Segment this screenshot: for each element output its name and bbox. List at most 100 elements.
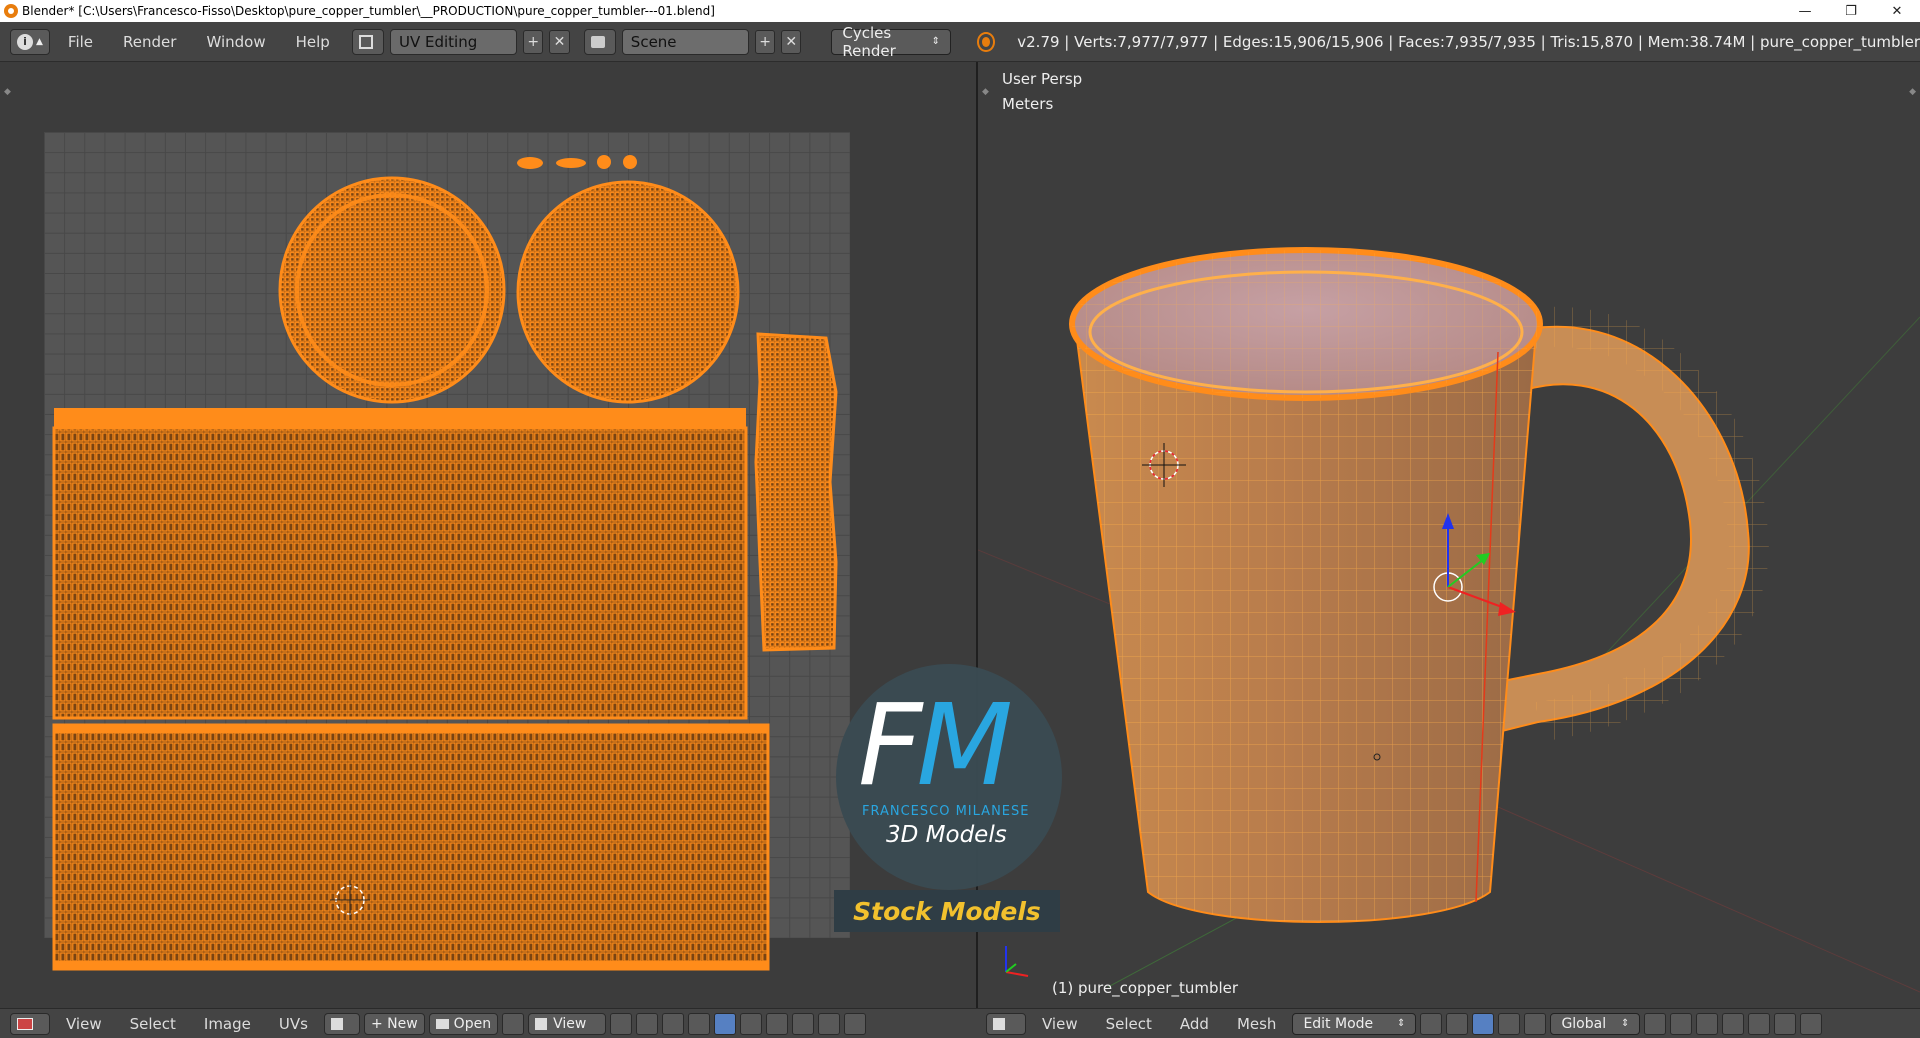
new-image-button[interactable]: + New bbox=[363, 1012, 425, 1035]
image-browse-icon bbox=[330, 1017, 343, 1030]
open-image-label: Open bbox=[453, 1015, 492, 1032]
uv-islands[interactable] bbox=[0, 62, 976, 1008]
remove-layout-button[interactable]: ✕ bbox=[549, 29, 570, 54]
select-face-mode-icon[interactable] bbox=[1722, 1012, 1745, 1035]
pivot-icon[interactable] bbox=[610, 1012, 633, 1035]
remove-scene-button[interactable]: ✕ bbox=[781, 29, 802, 54]
scene-icon-button[interactable] bbox=[583, 28, 616, 55]
uv-menu-uvs[interactable]: UVs bbox=[267, 1015, 320, 1033]
uv-editor-header: View Select Image UVs + New Open View bbox=[0, 1012, 976, 1035]
plus-icon: + bbox=[370, 1015, 388, 1032]
uv-menu-select[interactable]: Select bbox=[118, 1015, 188, 1033]
3d-menu-add[interactable]: Add bbox=[1168, 1015, 1221, 1033]
uv-island-small[interactable] bbox=[556, 158, 586, 168]
snap-icon[interactable] bbox=[818, 1012, 841, 1035]
manipulator-translate-icon[interactable] bbox=[1472, 1012, 1495, 1035]
interaction-mode-label: Edit Mode bbox=[1303, 1015, 1374, 1032]
pivot-point-icon[interactable] bbox=[1446, 1012, 1469, 1035]
uv-island-body-lower[interactable] bbox=[52, 723, 770, 971]
render-engine-label: Cycles Render bbox=[842, 23, 896, 60]
editor-footers: View Select Image UVs + New Open View Vi… bbox=[0, 1008, 1920, 1038]
uv-island-small[interactable] bbox=[597, 155, 611, 169]
blender-logo-icon bbox=[4, 4, 18, 18]
new-image-label: New bbox=[387, 1015, 418, 1032]
scene-icon bbox=[590, 35, 605, 48]
view-axis-gizmo bbox=[1005, 946, 1029, 977]
select-vertex-icon[interactable] bbox=[662, 1012, 685, 1035]
updown-arrows-icon: ⇕ bbox=[931, 36, 940, 47]
cube-icon bbox=[993, 1017, 1005, 1030]
view-mode-select[interactable]: View bbox=[528, 1012, 607, 1035]
layer-icon[interactable] bbox=[1644, 1012, 1667, 1035]
uv-island-disc-1[interactable] bbox=[278, 176, 506, 404]
snap-target-icon[interactable] bbox=[844, 1012, 867, 1035]
view-mode-label: View bbox=[553, 1015, 587, 1032]
render-preview-icon[interactable] bbox=[1800, 1012, 1823, 1035]
uv-island-small[interactable] bbox=[517, 157, 543, 169]
3d-viewport[interactable]: ◆ ◆ User Persp Meters (1) pure_copper_tu… bbox=[978, 62, 1920, 1008]
add-scene-button[interactable]: + bbox=[754, 29, 776, 54]
sticky-mode-icon[interactable] bbox=[766, 1012, 789, 1035]
cursor-select-icon[interactable] bbox=[636, 1012, 659, 1035]
scene-label: Scene bbox=[630, 32, 677, 51]
menu-window[interactable]: Window bbox=[194, 33, 277, 51]
uv-image-editor[interactable]: ◆ bbox=[0, 62, 976, 1008]
transform-orientation-label: Global bbox=[1561, 1015, 1607, 1032]
maximize-button[interactable]: ❐ bbox=[1828, 0, 1874, 22]
info-icon: i bbox=[17, 33, 33, 50]
uv-island-small[interactable] bbox=[623, 155, 637, 169]
manipulator-rotate-icon[interactable] bbox=[1498, 1012, 1521, 1035]
3d-menu-select[interactable]: Select bbox=[1094, 1015, 1164, 1033]
blender-logo-icon bbox=[976, 31, 996, 52]
uv-island-disc-2[interactable] bbox=[516, 180, 740, 404]
select-island-icon[interactable] bbox=[740, 1012, 763, 1035]
close-window-button[interactable]: ✕ bbox=[1874, 0, 1920, 22]
proportional-edit-icon[interactable] bbox=[792, 1012, 815, 1035]
active-object-label: (1) pure_copper_tumbler bbox=[1052, 979, 1239, 997]
uv-island-handle[interactable] bbox=[754, 332, 838, 652]
menu-render[interactable]: Render bbox=[111, 33, 188, 51]
browse-image-button[interactable] bbox=[323, 1012, 360, 1035]
info-header: i ▲ File Render Window Help UV Editing +… bbox=[0, 22, 1920, 62]
menu-file[interactable]: File bbox=[56, 33, 105, 51]
folder-icon bbox=[435, 1018, 449, 1029]
screen-layout-field[interactable]: UV Editing bbox=[390, 28, 518, 55]
uv-menu-image[interactable]: Image bbox=[192, 1015, 263, 1033]
menu-help[interactable]: Help bbox=[284, 33, 342, 51]
updown-arrows-icon: ⇕ bbox=[1397, 1018, 1406, 1029]
select-edge-mode-icon[interactable] bbox=[1696, 1012, 1719, 1035]
screen-layout-icon-button[interactable] bbox=[351, 28, 384, 55]
open-image-button[interactable]: Open bbox=[428, 1012, 499, 1035]
uv-menu-view[interactable]: View bbox=[54, 1015, 114, 1033]
pin-icon[interactable] bbox=[502, 1012, 525, 1035]
select-vertex-mode-icon[interactable] bbox=[1670, 1012, 1693, 1035]
minimize-button[interactable]: — bbox=[1782, 0, 1828, 22]
snap-magnet-icon[interactable] bbox=[1774, 1012, 1797, 1035]
interaction-mode-select[interactable]: Edit Mode ⇕ bbox=[1292, 1012, 1417, 1035]
uv-editor-type-button[interactable] bbox=[10, 1012, 50, 1035]
scene-statistics: v2.79 | Verts:7,977/7,977 | Edges:15,906… bbox=[1017, 32, 1920, 51]
screen-layout-label: UV Editing bbox=[399, 32, 478, 51]
manipulator-scale-icon[interactable] bbox=[1524, 1012, 1547, 1035]
3d-editor-type-button[interactable] bbox=[986, 1012, 1026, 1035]
proportional-editing-icon[interactable] bbox=[1748, 1012, 1771, 1035]
view-icon bbox=[535, 1017, 548, 1030]
3d-menu-view[interactable]: View bbox=[1030, 1015, 1090, 1033]
transform-orientation-select[interactable]: Global ⇕ bbox=[1550, 1012, 1641, 1035]
window-title: Blender* [C:\Users\Francesco-Fisso\Deskt… bbox=[22, 4, 715, 18]
updown-arrows-icon: ▲ bbox=[36, 36, 43, 47]
viewport-shading-icon[interactable] bbox=[1420, 1012, 1443, 1035]
3d-view-header: View Select Add Mesh Edit Mode ⇕ Global … bbox=[976, 1012, 1920, 1035]
watermark-monogram: FM bbox=[858, 681, 1013, 811]
editor-type-info-button[interactable]: i ▲ bbox=[10, 28, 50, 55]
add-layout-button[interactable]: + bbox=[523, 29, 544, 54]
select-face-icon[interactable] bbox=[714, 1012, 737, 1035]
scene-field[interactable]: Scene bbox=[621, 28, 749, 55]
watermark-tagline: 3D Models bbox=[886, 822, 1007, 848]
3d-menu-mesh[interactable]: Mesh bbox=[1225, 1015, 1289, 1033]
mug-mesh-view[interactable] bbox=[978, 62, 1920, 1008]
select-edge-icon[interactable] bbox=[688, 1012, 711, 1035]
render-engine-select[interactable]: Cycles Render ⇕ bbox=[831, 24, 951, 60]
uv-island-body-upper[interactable] bbox=[52, 426, 748, 720]
uv-island-band-top[interactable] bbox=[54, 408, 746, 428]
